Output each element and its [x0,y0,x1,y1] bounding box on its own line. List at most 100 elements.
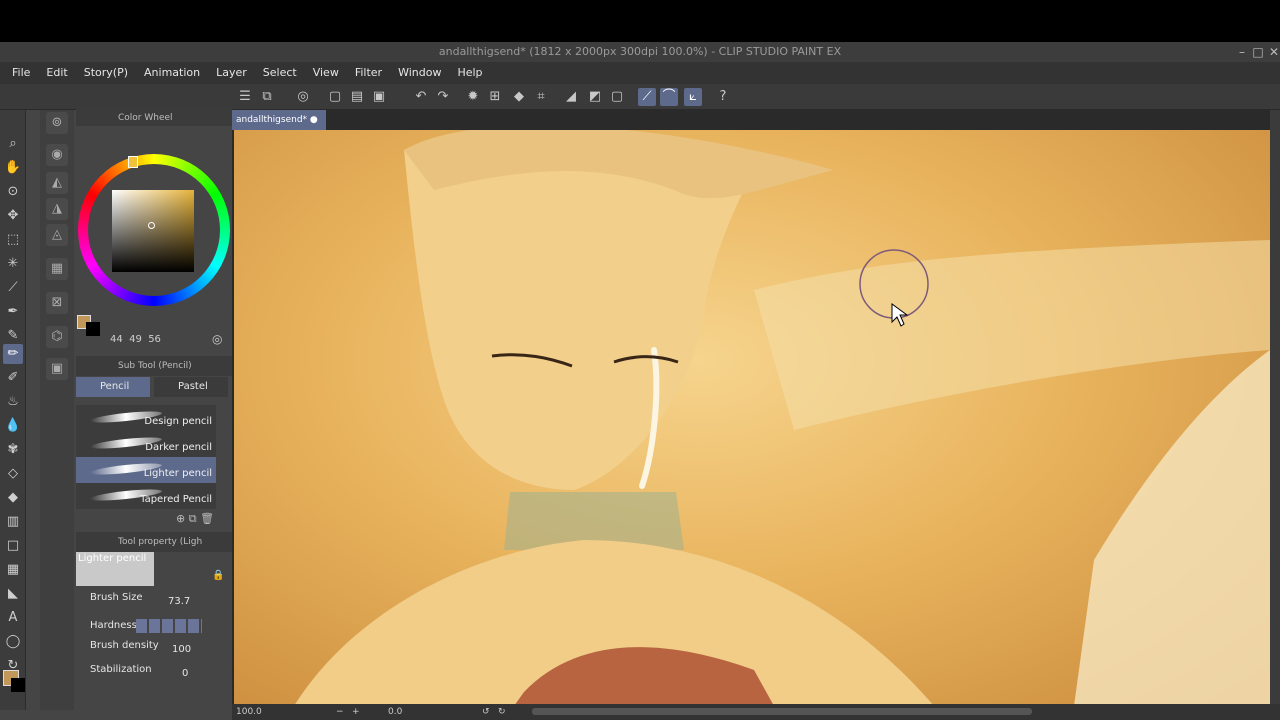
color-panel-icon[interactable]: ◉ [46,144,68,166]
material-icon[interactable]: ⌬ [46,326,68,348]
snap-icon[interactable]: ✹ [464,88,482,106]
airbrush-icon[interactable]: ♨ [3,392,23,412]
snap-grid-icon[interactable]: ⟀ [684,88,702,106]
stabilization-row[interactable]: Stabilization 0 [76,662,228,684]
brush-density-value[interactable]: 100 [172,644,191,655]
lock-icon[interactable]: 🔒 [212,570,224,581]
menu-filter[interactable]: Filter [347,62,390,84]
sv-marker[interactable] [148,222,155,229]
rotate-left-icon[interactable]: ↺ [482,704,490,720]
saturation-value-square[interactable] [112,190,194,272]
hardness-slider[interactable] [136,619,202,633]
brush-size-value[interactable]: 73.7 [168,596,190,607]
help-icon[interactable]: ? [714,88,732,106]
zoom-in-icon[interactable]: + [352,704,360,720]
tone-icon[interactable]: ◭ [46,172,68,194]
menu-window[interactable]: Window [390,62,449,84]
hue-marker[interactable] [128,156,138,168]
tab-pencil[interactable]: Pencil [76,377,150,397]
brush-lighter-pencil[interactable]: Lighter pencil [76,457,216,483]
horizontal-scrollbar[interactable] [532,708,1032,715]
hand-icon[interactable]: ✋ [3,158,23,178]
document-tab[interactable]: andallthigsend* ● [232,110,326,130]
menu-story[interactable]: Story(P) [76,62,136,84]
eyedropper-icon[interactable]: ⟋ [3,278,23,298]
fill-tool-icon[interactable]: ◆ [3,488,23,508]
rotation-value[interactable]: 0.0 [388,704,402,720]
sub-tool-title: Sub Tool (Pencil) [118,361,192,371]
layer-icon[interactable]: ◎ [294,88,312,106]
eraser-icon[interactable]: ◇ [3,464,23,484]
marker-icon[interactable]: ✎ [3,326,23,346]
brush-tapered-pencil[interactable]: Tapered Pencil [76,483,216,509]
intermediate-icon[interactable]: ◬ [46,224,68,246]
canvas[interactable] [234,130,1270,706]
toolbar-sub-swatch[interactable] [11,678,25,692]
menu-file[interactable]: File [4,62,38,84]
transform-icon[interactable]: ⊞ [486,88,504,106]
zoom-out-icon[interactable]: − [336,704,344,720]
copy-icon[interactable]: ⧉ [189,512,197,525]
figure-icon[interactable]: □ [3,536,23,556]
undo-icon[interactable]: ↶ [412,88,430,106]
open-folder-icon[interactable]: ▤ [348,88,366,106]
duplicate-icon[interactable]: ⊕ [176,512,185,525]
new-file-icon[interactable]: ▢ [326,88,344,106]
blend-icon[interactable]: 💧 [3,416,23,436]
cloud-right [1074,350,1270,706]
artwork [294,130,1270,706]
color-set-icon[interactable]: ◮ [46,198,68,220]
navigator-icon[interactable]: ⊠ [46,292,68,314]
decoration-icon[interactable]: ✾ [3,440,23,460]
zoom-value[interactable]: 100.0 [236,704,262,720]
sub-color-swatch[interactable] [86,322,100,336]
menu-view[interactable]: View [305,62,347,84]
brush-density-row[interactable]: Brush density 100 [76,638,228,660]
gradient-icon[interactable]: ▥ [3,512,23,532]
layer-panel-icon[interactable]: ▣ [46,358,68,380]
menu-layer[interactable]: Layer [208,62,255,84]
move-icon[interactable]: ✥ [3,206,23,226]
brush-darker-pencil[interactable]: Darker pencil [76,431,216,457]
balloon-icon[interactable]: ◯ [3,632,23,652]
hamburger-icon[interactable]: ☰ [236,88,254,106]
trash-icon[interactable]: 🗑 [200,512,214,525]
fill-icon[interactable]: ◆ [510,88,528,106]
tab-pastel[interactable]: Pastel [154,377,228,397]
menu-help[interactable]: Help [449,62,490,84]
pen-icon[interactable]: ✒ [3,302,23,322]
pencil-icon[interactable]: ✏ [3,344,23,364]
crop-icon[interactable]: ⌗ [532,88,550,106]
save-icon[interactable]: ▣ [370,88,388,106]
frame-icon[interactable]: ▢ [608,88,626,106]
stabilization-value[interactable]: 0 [182,668,188,679]
new-icon[interactable]: ⧉ [258,88,276,106]
tool-property-header: Tool property (Ligh [76,532,232,552]
menu-animation[interactable]: Animation [136,62,208,84]
snap-special-icon[interactable]: ⌒ [660,88,678,106]
snap-ruler-icon[interactable]: ⟋ [638,88,656,106]
brush-design-pencil[interactable]: Design pencil [76,405,216,431]
redo-icon[interactable]: ↷ [434,88,452,106]
selection-icon[interactable]: ⬚ [3,230,23,250]
magic-wand-icon[interactable]: ✳ [3,254,23,274]
mask-icon[interactable]: ◩ [586,88,604,106]
hardness-row[interactable]: Hardness [76,616,228,638]
operation-icon[interactable]: ⊙ [3,182,23,202]
brush-icon[interactable]: ✐ [3,368,23,388]
text-icon[interactable]: A [3,608,23,628]
menu-select[interactable]: Select [255,62,305,84]
ruler-tool-icon[interactable]: ◣ [3,584,23,604]
rotate-right-icon[interactable]: ↻ [498,704,506,720]
hsv-readout: 44 49 56 [110,334,161,345]
brush-size-row[interactable]: Brush Size 73.7 [76,590,228,612]
close-icon[interactable]: ✕ [1264,42,1280,62]
zoom-icon[interactable]: ⌕ [3,134,23,154]
color-mode-icon[interactable]: ◎ [212,332,222,346]
ruler-icon[interactable]: ◢ [562,88,580,106]
menu-edit[interactable]: Edit [38,62,75,84]
history-icon[interactable]: ▦ [46,258,68,280]
vertical-scrollbar[interactable] [1270,110,1280,706]
panel-menu-icon[interactable]: ⊚ [46,112,68,134]
frame-border-icon[interactable]: ▦ [3,560,23,580]
